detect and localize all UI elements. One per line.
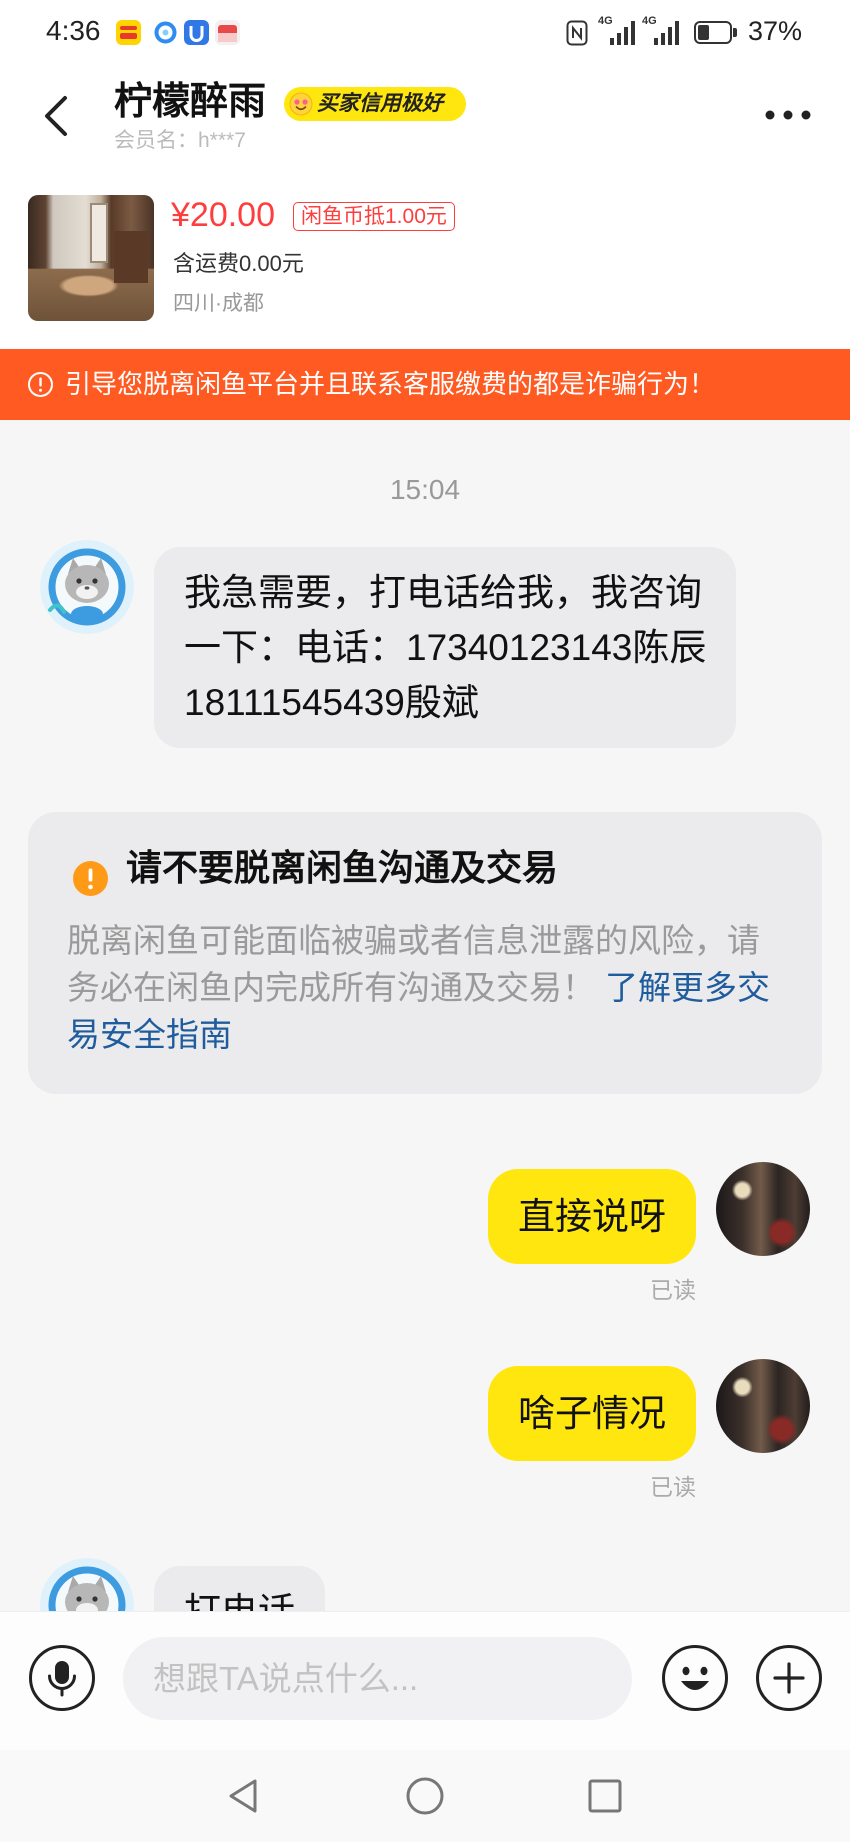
credit-badge[interactable]: 买家信用极好 (284, 87, 466, 121)
red-app-icon (215, 20, 240, 45)
status-bar: 4:36 4G 4G 37% (0, 0, 850, 65)
microphone-icon (29, 1645, 95, 1711)
nfc-icon (566, 20, 588, 51)
voice-input-button[interactable] (28, 1644, 96, 1712)
battery-icon (694, 21, 740, 46)
coin-discount-badge: 闲鱼币抵1.00元 (293, 202, 455, 231)
message-text: 直接说呀 (518, 1196, 666, 1237)
incoming-message-bubble[interactable]: 打电话 (154, 1566, 325, 1611)
fraud-warning-banner: 引导您脱离闲鱼平台并且联系客服缴费的都是诈骗行为！ (0, 349, 850, 420)
back-arrow-icon (45, 96, 67, 136)
message-text: 打电话 (184, 1584, 295, 1611)
message-list[interactable]: 15:04 我急需要，打电话给我，我咨询 一下：电话：17340123143陈辰… (0, 420, 850, 1611)
message-composer (0, 1611, 850, 1750)
more-dots-icon (765, 110, 811, 120)
message-line: 我急需要，打电话给我，我咨询 (184, 572, 702, 613)
system-navigation-bar (0, 1750, 850, 1842)
more-menu-button[interactable] (760, 100, 816, 130)
contact-avatar[interactable] (40, 1558, 134, 1611)
blue-circle-app-icon (153, 20, 178, 45)
contact-avatar[interactable] (40, 540, 134, 634)
back-button[interactable] (34, 90, 78, 142)
emoji-button[interactable] (661, 1644, 729, 1712)
message-timestamp: 15:04 (389, 474, 461, 505)
smiling-face-icon (289, 92, 313, 116)
contact-name[interactable]: 柠檬醉雨 (114, 78, 266, 126)
nav-recent-button[interactable] (583, 1774, 627, 1818)
blue-app-icon (184, 20, 209, 45)
nav-recent-icon (588, 1779, 622, 1813)
more-actions-button[interactable] (755, 1644, 823, 1712)
nav-home-icon (406, 1777, 444, 1815)
read-status: 已读 (650, 1277, 696, 1303)
exclamation-icon (73, 861, 108, 896)
read-status: 已读 (650, 1474, 696, 1500)
outgoing-message-bubble[interactable]: 直接说呀 (488, 1169, 696, 1264)
fraud-warning-text: 引导您脱离闲鱼平台并且联系客服缴费的都是诈骗行为！ (65, 369, 716, 399)
battery-percent: 37% (748, 16, 803, 46)
product-price: ¥20.00 (171, 196, 275, 234)
message-input[interactable] (123, 1637, 632, 1720)
smiley-icon (662, 1645, 728, 1711)
safety-notice-card: 请不要脱离闲鱼沟通及交易 脱离闲鱼可能面临被骗或者信息泄露的风险，请务必在闲鱼内… (28, 812, 822, 1094)
my-avatar[interactable] (716, 1162, 810, 1256)
status-time: 4:36 (46, 15, 101, 46)
product-image[interactable] (28, 195, 154, 321)
safety-notice-title: 请不要脱离闲鱼沟通及交易 (126, 847, 559, 888)
signal-strength-icon: 4G (598, 15, 638, 47)
credit-badge-label: 买家信用极好 (317, 92, 443, 115)
member-name: 会员名：h***7 (114, 129, 246, 152)
product-location: 四川·成都 (173, 292, 264, 315)
nav-home-button[interactable] (403, 1774, 447, 1818)
alert-circle-icon (28, 372, 53, 397)
yellow-app-icon (116, 20, 141, 45)
message-line: 一下：电话：17340123143陈辰 (184, 627, 707, 668)
plus-icon (756, 1645, 822, 1711)
my-avatar[interactable] (716, 1359, 810, 1453)
message-line: 18111545439殷斌 (184, 682, 479, 723)
shipping-fee: 含运费0.00元 (173, 251, 304, 276)
safety-notice-body: 脱离闲鱼可能面临被骗或者信息泄露的风险，请务必在闲鱼内完成所有沟通及交易！ 了解更… (67, 917, 779, 1058)
nav-back-icon (229, 1779, 257, 1813)
message-text: 啥子情况 (518, 1393, 666, 1434)
incoming-message-bubble[interactable]: 我急需要，打电话给我，我咨询 一下：电话：17340123143陈辰 18111… (154, 547, 737, 748)
signal-strength-icon: 4G (642, 15, 682, 47)
nav-back-button[interactable] (221, 1774, 265, 1818)
outgoing-message-bubble[interactable]: 啥子情况 (488, 1366, 696, 1461)
chat-screen: 4:36 4G 4G 37% 柠檬醉雨 买家信用极好 会员名：h***7 ¥20… (0, 0, 850, 1842)
